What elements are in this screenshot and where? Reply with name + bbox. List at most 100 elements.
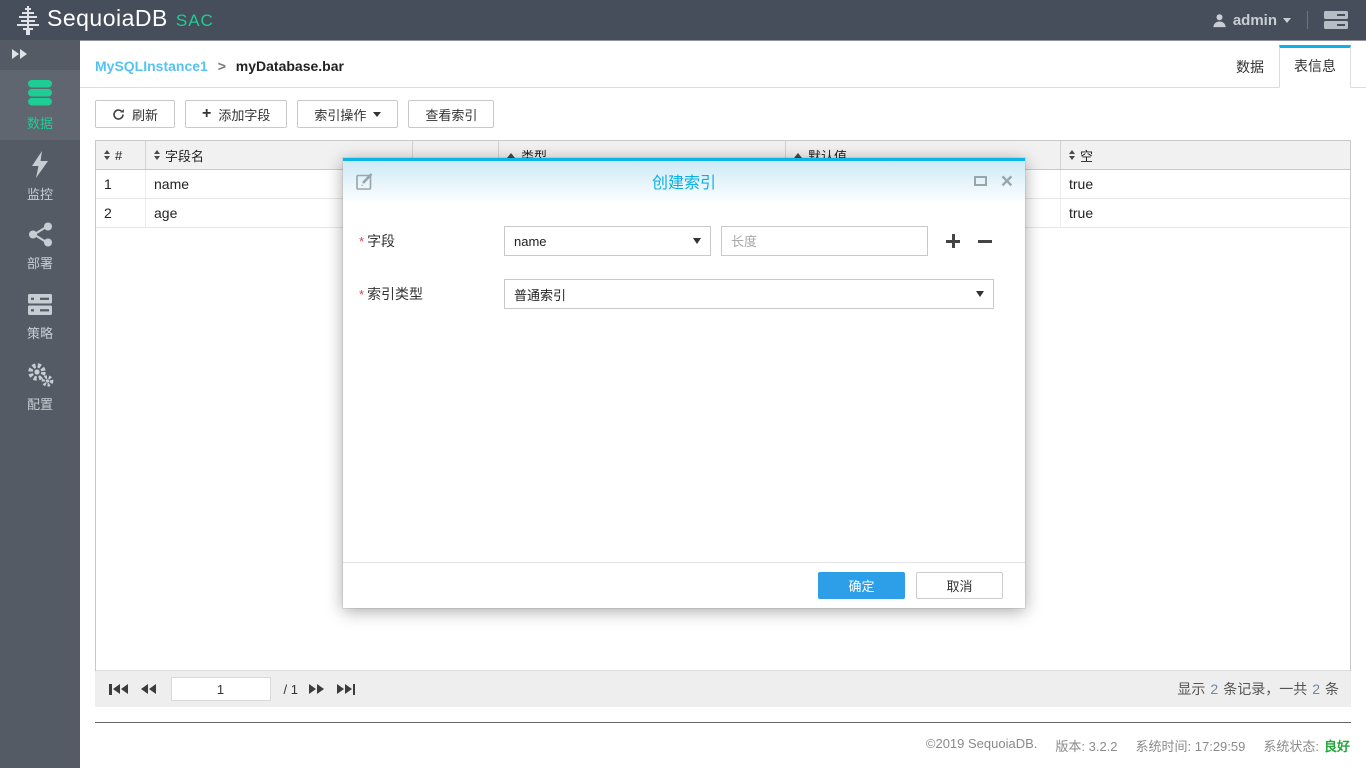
remove-row-icon[interactable] bbox=[978, 234, 992, 248]
chevron-down-icon bbox=[1283, 18, 1291, 23]
host-list-icon[interactable] bbox=[1324, 11, 1348, 29]
sidebar-item-data[interactable]: 数据 bbox=[0, 70, 80, 140]
lightning-icon bbox=[29, 151, 51, 178]
breadcrumb-separator: > bbox=[218, 58, 226, 74]
required-mark: * bbox=[359, 287, 364, 302]
breadcrumb-table-name: myDatabase.bar bbox=[236, 58, 344, 74]
column-label: # bbox=[115, 148, 122, 163]
sidebar-item-deploy[interactable]: 部署 bbox=[0, 214, 80, 280]
select-value: 普通索引 bbox=[514, 285, 566, 304]
first-page-button[interactable] bbox=[107, 682, 130, 697]
add-field-label: 添加字段 bbox=[218, 105, 270, 124]
sidebar-item-strategy[interactable]: 策略 bbox=[0, 284, 80, 350]
plus-icon: + bbox=[202, 106, 211, 122]
server-stack-icon bbox=[27, 292, 53, 317]
add-row-icon[interactable] bbox=[946, 234, 960, 248]
breadcrumb: MySQLInstance1 > myDatabase.bar bbox=[95, 58, 344, 87]
chevron-right-icon bbox=[12, 49, 19, 59]
system-status-label: 系统状态: bbox=[1263, 736, 1319, 755]
divider bbox=[1307, 11, 1308, 29]
page-footer: ©2019 SequoiaDB. 版本: 3.2.2 系统时间: 17:29:5… bbox=[80, 723, 1366, 768]
close-icon[interactable]: × bbox=[1001, 171, 1013, 192]
column-label: 空 bbox=[1080, 146, 1093, 165]
sidebar-item-config[interactable]: 配置 bbox=[0, 354, 80, 420]
sidebar-item-label: 部署 bbox=[27, 253, 53, 272]
dialog-header[interactable]: 创建索引 × bbox=[343, 161, 1025, 201]
chevron-down-icon bbox=[976, 291, 984, 297]
summary-total: 2 bbox=[1312, 681, 1320, 697]
refresh-button[interactable]: 刷新 bbox=[95, 100, 175, 128]
summary-count: 2 bbox=[1210, 681, 1218, 697]
database-icon bbox=[27, 79, 53, 107]
dialog-footer: 确定 取消 bbox=[343, 562, 1025, 608]
gears-icon bbox=[27, 362, 54, 388]
field-label: *字段 bbox=[359, 231, 504, 251]
refresh-label: 刷新 bbox=[132, 105, 158, 124]
select-value: name bbox=[514, 234, 547, 249]
required-mark: * bbox=[359, 234, 364, 249]
cancel-button[interactable]: 取消 bbox=[916, 572, 1003, 599]
cell-null: true bbox=[1061, 199, 1350, 227]
sidebar-item-label: 策略 bbox=[27, 323, 53, 342]
sidebar-expand-button[interactable] bbox=[0, 40, 80, 70]
cell-num: 2 bbox=[96, 199, 146, 227]
system-time-text: 系统时间: 17:29:59 bbox=[1136, 736, 1246, 755]
add-field-button[interactable]: + 添加字段 bbox=[185, 100, 287, 128]
field-label-text: 字段 bbox=[367, 233, 395, 249]
summary-text: 条记录，一共 bbox=[1223, 679, 1307, 699]
column-header-null[interactable]: 空 bbox=[1061, 141, 1350, 169]
sort-asc-icon bbox=[507, 153, 515, 158]
breadcrumb-instance-link[interactable]: MySQLInstance1 bbox=[95, 58, 208, 74]
next-page-button[interactable] bbox=[307, 682, 326, 696]
column-header-num[interactable]: # bbox=[96, 141, 146, 169]
field-row: *索引类型 普通索引 bbox=[359, 279, 1009, 309]
refresh-icon bbox=[112, 108, 125, 121]
page-number-input[interactable] bbox=[171, 677, 271, 701]
user-menu[interactable]: admin bbox=[1212, 12, 1291, 29]
summary-text: 条 bbox=[1325, 679, 1339, 699]
breadcrumb-row: MySQLInstance1 > myDatabase.bar 数据 表信息 bbox=[80, 41, 1366, 88]
brand-suffix: SAC bbox=[176, 11, 214, 31]
cell-num: 1 bbox=[96, 170, 146, 198]
ok-button[interactable]: 确定 bbox=[818, 572, 905, 599]
tab-table-info[interactable]: 表信息 bbox=[1279, 45, 1351, 88]
index-operations-dropdown[interactable]: 索引操作 bbox=[297, 100, 398, 128]
prev-page-button[interactable] bbox=[139, 682, 158, 696]
sort-icon bbox=[1069, 150, 1075, 160]
sidebar-item-monitor[interactable]: 监控 bbox=[0, 144, 80, 210]
username: admin bbox=[1233, 12, 1277, 29]
share-icon bbox=[28, 222, 53, 247]
summary-text: 显示 bbox=[1177, 679, 1205, 699]
sidebar-item-label: 数据 bbox=[27, 113, 53, 132]
sort-icon bbox=[104, 150, 110, 160]
sort-icon bbox=[154, 150, 160, 160]
index-type-select[interactable]: 普通索引 bbox=[504, 279, 994, 309]
record-count-summary: 显示 2 条记录，一共 2 条 bbox=[1177, 679, 1339, 699]
top-bar: SequoiaDB SAC admin bbox=[0, 0, 1366, 40]
sequoia-tree-icon bbox=[14, 5, 42, 35]
sidebar: 数据 监控 部署 bbox=[0, 40, 80, 768]
sidebar-item-label: 配置 bbox=[27, 394, 53, 413]
chevron-down-icon bbox=[693, 238, 701, 244]
sidebar-item-label: 监控 bbox=[27, 184, 53, 203]
field-row: *字段 name bbox=[359, 226, 1009, 256]
view-index-button[interactable]: 查看索引 bbox=[408, 100, 494, 128]
field-label-text: 索引类型 bbox=[367, 286, 423, 302]
version-text: 版本: 3.2.2 bbox=[1055, 736, 1117, 755]
user-icon bbox=[1212, 13, 1227, 28]
length-input[interactable] bbox=[721, 226, 928, 256]
pagination-bar: / 1 显示 2 条记录，一共 2 条 bbox=[95, 671, 1351, 707]
index-field-select[interactable]: name bbox=[504, 226, 711, 256]
last-page-button[interactable] bbox=[335, 682, 358, 697]
toolbar: 刷新 + 添加字段 索引操作 查看索引 bbox=[80, 88, 1366, 140]
column-label: 字段名 bbox=[165, 146, 204, 165]
view-tabs: 数据 表信息 bbox=[1221, 45, 1351, 88]
view-index-label: 查看索引 bbox=[425, 105, 477, 124]
brand-logo[interactable]: SequoiaDB SAC bbox=[14, 5, 214, 35]
index-operations-label: 索引操作 bbox=[314, 105, 366, 124]
chevron-down-icon bbox=[373, 112, 381, 117]
copyright-text: ©2019 SequoiaDB. bbox=[926, 736, 1038, 755]
restore-window-icon[interactable] bbox=[974, 176, 987, 186]
system-status-value: 良好 bbox=[1324, 736, 1350, 755]
tab-data[interactable]: 数据 bbox=[1221, 45, 1279, 88]
